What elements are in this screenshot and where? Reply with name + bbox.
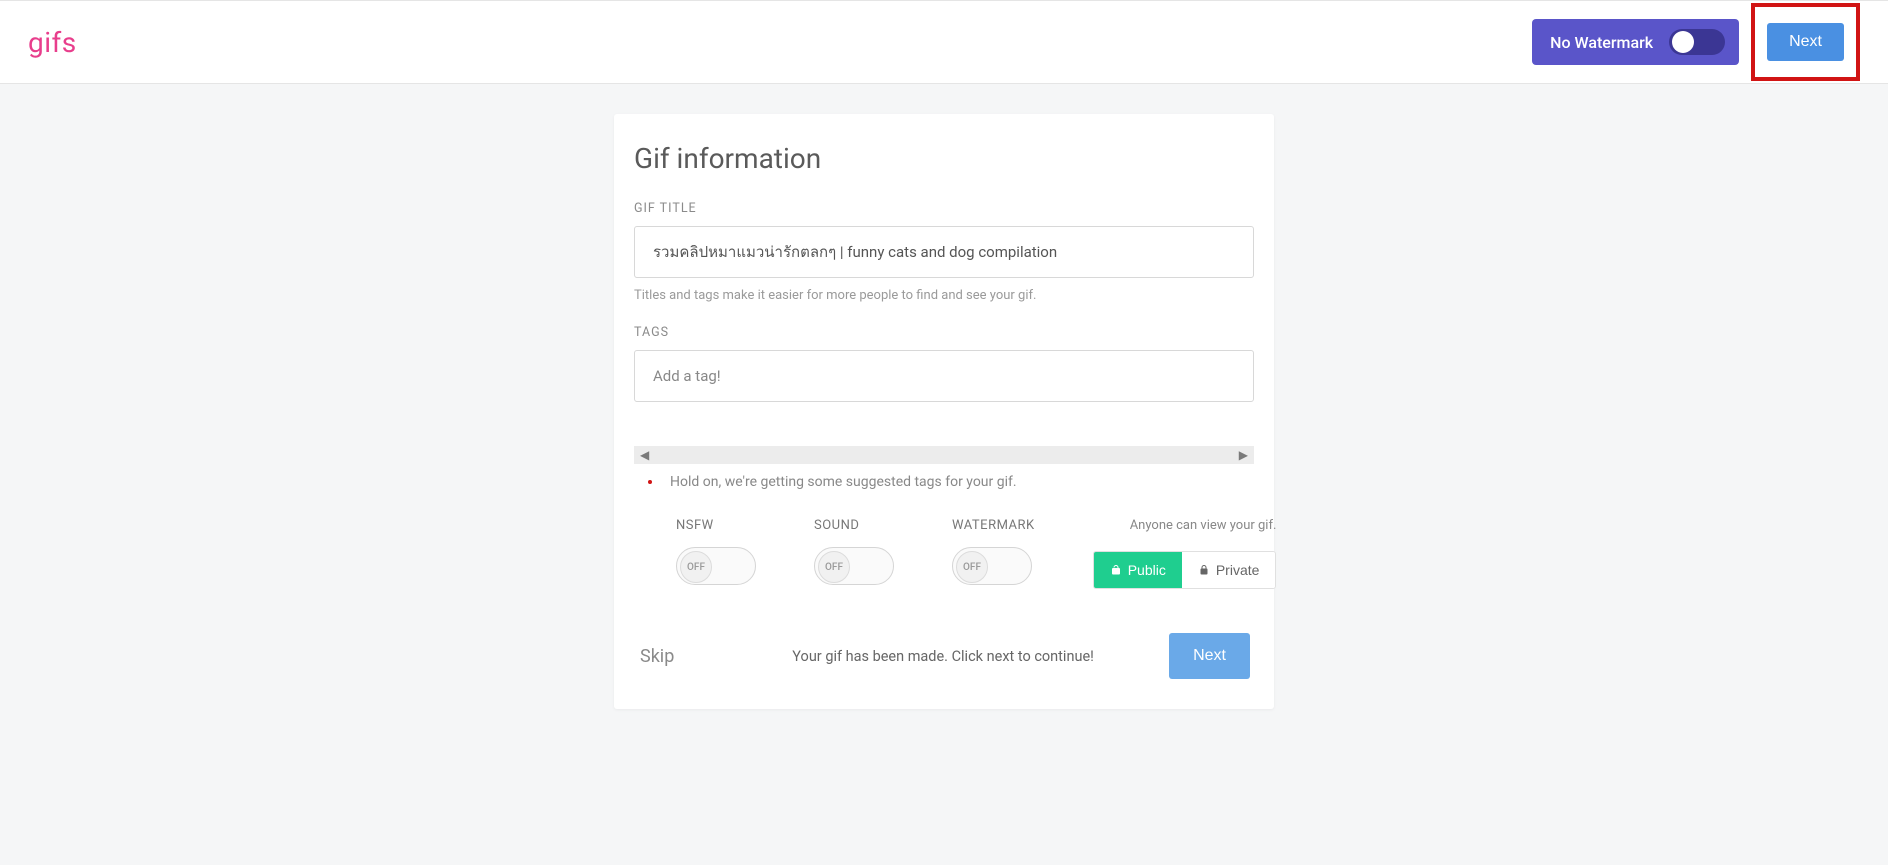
card-footer: Skip Your gif has been made. Click next … <box>634 627 1254 689</box>
tags-label: TAGS <box>634 325 1254 340</box>
watermark-toggle-state: OFF <box>956 551 988 583</box>
sound-toggle-state: OFF <box>818 551 850 583</box>
card-next-button[interactable]: Next <box>1169 633 1250 679</box>
settings-row: NSFW OFF SOUND OFF WATERMARK OFF Anyone … <box>634 518 1254 589</box>
watermark-label: WATERMARK <box>952 518 1035 533</box>
public-label: Public <box>1128 562 1166 578</box>
next-highlight-box: Next <box>1751 3 1860 81</box>
loading-row: Hold on, we're getting some suggested ta… <box>634 474 1254 490</box>
no-watermark-toggle[interactable]: No Watermark <box>1532 19 1739 65</box>
nsfw-label: NSFW <box>676 518 756 533</box>
no-watermark-switch[interactable] <box>1669 29 1725 55</box>
lock-icon <box>1198 564 1210 576</box>
nsfw-toggle-state: OFF <box>680 551 712 583</box>
nsfw-toggle[interactable]: OFF <box>676 547 756 585</box>
sound-label: SOUND <box>814 518 894 533</box>
watermark-group: WATERMARK OFF <box>952 518 1035 585</box>
logo[interactable]: gifs <box>28 26 77 59</box>
visibility-hint: Anyone can view your gif. <box>1093 518 1277 533</box>
tags-input[interactable] <box>634 350 1254 402</box>
private-label: Private <box>1216 562 1260 578</box>
private-button[interactable]: Private <box>1182 552 1276 588</box>
nsfw-group: NSFW OFF <box>676 518 756 585</box>
gif-title-input[interactable] <box>634 226 1254 278</box>
sound-toggle[interactable]: OFF <box>814 547 894 585</box>
spinner-icon <box>648 480 652 484</box>
sound-group: SOUND OFF <box>814 518 894 585</box>
app-header: gifs No Watermark Next <box>0 0 1888 84</box>
title-helper-text: Titles and tags make it easier for more … <box>634 288 1254 303</box>
visibility-segment: Public Private <box>1093 551 1277 589</box>
status-text: Your gif has been made. Click next to co… <box>792 648 1094 665</box>
unlock-icon <box>1110 564 1122 576</box>
visibility-group: Anyone can view your gif. Public Private <box>1093 518 1277 589</box>
header-next-button[interactable]: Next <box>1767 23 1844 61</box>
suggested-tags-strip[interactable]: ◀ ▶ <box>634 446 1254 464</box>
no-watermark-label: No Watermark <box>1550 33 1653 52</box>
strip-left-arrow-icon[interactable]: ◀ <box>640 448 649 462</box>
loading-text: Hold on, we're getting some suggested ta… <box>670 474 1017 490</box>
card-title: Gif information <box>634 142 1254 175</box>
watermark-toggle[interactable]: OFF <box>952 547 1032 585</box>
public-button[interactable]: Public <box>1094 552 1182 588</box>
strip-right-arrow-icon[interactable]: ▶ <box>1239 448 1248 462</box>
toggle-knob <box>1672 31 1694 53</box>
gif-title-label: GIF TITLE <box>634 201 1254 216</box>
gif-info-card: Gif information GIF TITLE Titles and tag… <box>614 114 1274 709</box>
skip-link[interactable]: Skip <box>640 646 674 667</box>
